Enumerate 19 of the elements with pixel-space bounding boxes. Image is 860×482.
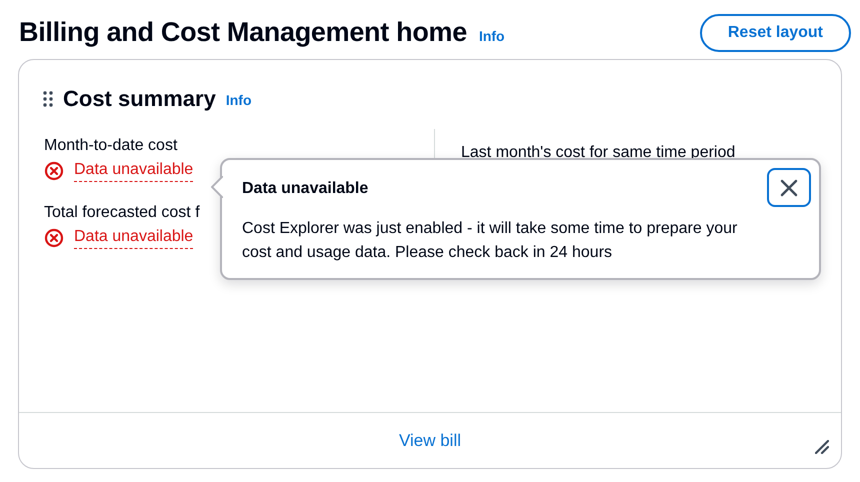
error-icon (44, 228, 64, 248)
status-text[interactable]: Data unavailable (74, 226, 194, 249)
close-button[interactable] (767, 168, 811, 207)
metric-label: Month-to-date cost (44, 136, 178, 156)
drag-handle-icon[interactable] (43, 90, 53, 106)
view-bill-link[interactable]: View bill (398, 428, 462, 454)
card-title: Cost summary (63, 85, 216, 113)
status-text[interactable]: Data unavailable (74, 159, 194, 182)
metric-label: Total forecasted cost f (44, 203, 201, 223)
popover-body: Cost Explorer was just enabled - it will take some time to prepare your cost and usage data. Please check back in 24 hours (242, 219, 738, 263)
reset-layout-button[interactable]: Reset layout (700, 14, 851, 52)
info-link[interactable]: Info (226, 90, 252, 111)
resize-handle-icon[interactable] (815, 440, 829, 454)
info-link[interactable]: Info (478, 26, 505, 48)
page-title: Billing and Cost Management home (19, 16, 467, 50)
close-icon (780, 178, 798, 196)
metric-label: Last month's cost for same time period (461, 144, 736, 161)
popover-title: Data unavailable (242, 179, 368, 199)
error-icon (44, 160, 64, 180)
